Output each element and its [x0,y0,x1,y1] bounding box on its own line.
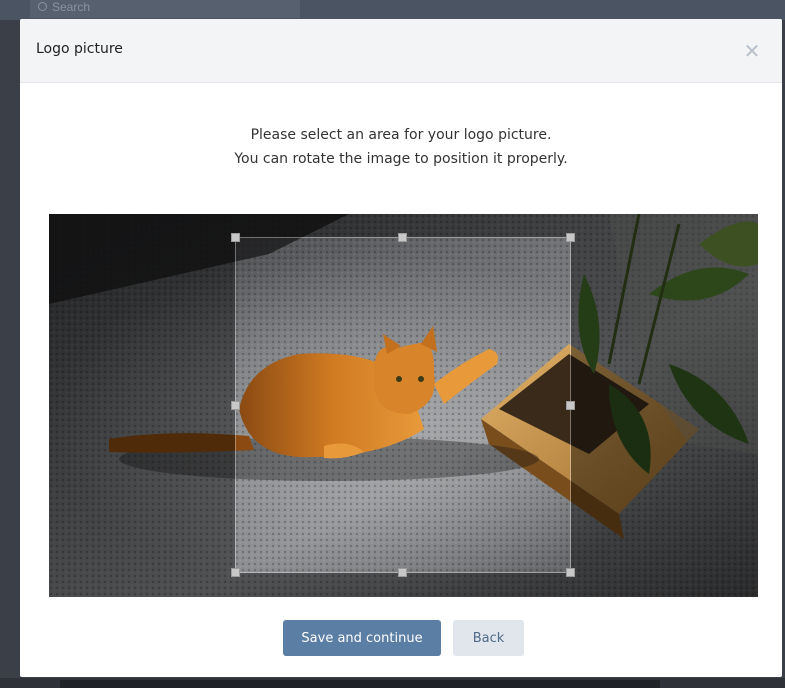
crop-selection[interactable] [235,237,571,573]
crop-handle-top-left[interactable] [231,233,240,242]
crop-handle-right[interactable] [566,401,575,410]
crop-handle-bottom[interactable] [398,568,407,577]
crop-handle-top-right[interactable] [566,233,575,242]
back-button[interactable]: Back [453,620,524,656]
instructions-line-2: You can rotate the image to position it … [234,151,568,167]
instructions: Please select an area for your logo pict… [20,123,782,171]
background-search-input: Search [30,0,300,18]
close-icon[interactable]: ✕ [740,39,764,63]
modal-title: Logo picture [36,41,123,57]
background-search-placeholder: Search [52,0,91,14]
save-and-continue-button[interactable]: Save and continue [283,620,441,656]
crop-shade-right [571,237,758,573]
logo-picture-modal: Logo picture ✕ Please select an area for… [20,19,782,677]
modal-header: Logo picture ✕ [20,19,782,83]
crop-shade-left [49,237,235,573]
crop-handle-bottom-right[interactable] [566,568,575,577]
crop-handle-bottom-left[interactable] [231,568,240,577]
instructions-line-1: Please select an area for your logo pict… [250,127,552,143]
crop-handle-top[interactable] [398,233,407,242]
search-icon [38,2,47,11]
crop-handle-left[interactable] [231,401,240,410]
photo-editor[interactable] [49,214,758,597]
background-page-strip [60,680,660,688]
